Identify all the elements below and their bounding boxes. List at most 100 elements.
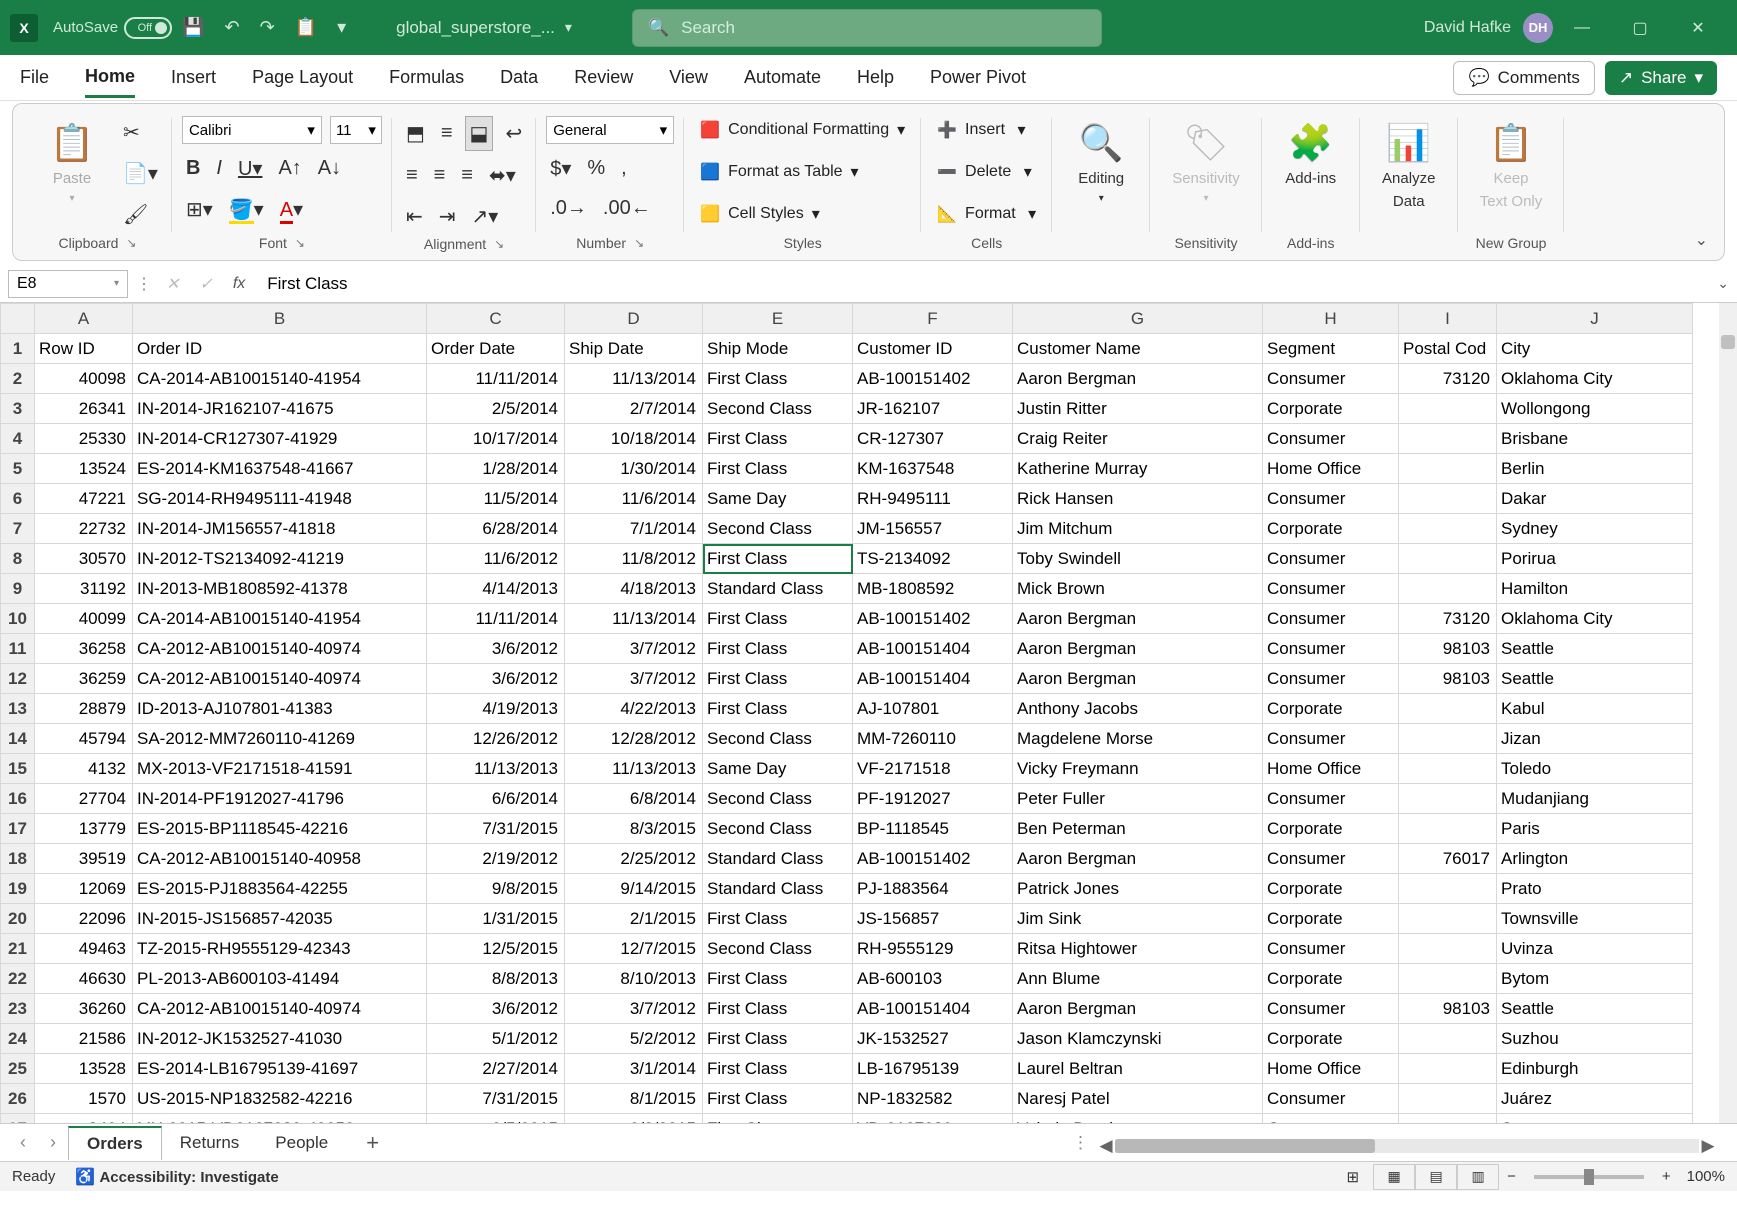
cell-B4[interactable]: IN-2014-CR127307-41929 bbox=[133, 424, 427, 454]
cell-H2[interactable]: Consumer bbox=[1263, 364, 1399, 394]
font-size-select[interactable]: 11▾ bbox=[330, 116, 382, 144]
cell-E25[interactable]: First Class bbox=[703, 1054, 853, 1084]
cell-D6[interactable]: 11/6/2014 bbox=[565, 484, 703, 514]
vertical-scroll-thumb[interactable] bbox=[1721, 335, 1735, 349]
cell-G3[interactable]: Justin Ritter bbox=[1013, 394, 1263, 424]
cell-E9[interactable]: Standard Class bbox=[703, 574, 853, 604]
cell-C16[interactable]: 6/6/2014 bbox=[427, 784, 565, 814]
cell-A4[interactable]: 25330 bbox=[35, 424, 133, 454]
page-layout-view-icon[interactable]: ▤ bbox=[1415, 1164, 1457, 1190]
cell-A7[interactable]: 22732 bbox=[35, 514, 133, 544]
row-header-8[interactable]: 8 bbox=[1, 544, 35, 574]
cell-E2[interactable]: First Class bbox=[703, 364, 853, 394]
row-header-14[interactable]: 14 bbox=[1, 724, 35, 754]
cell-H19[interactable]: Corporate bbox=[1263, 874, 1399, 904]
cell-E4[interactable]: First Class bbox=[703, 424, 853, 454]
spreadsheet-grid[interactable]: ABCDEFGHIJ1Row IDOrder IDOrder DateShip … bbox=[0, 303, 1737, 1123]
cell-D27[interactable]: 9/8/2015 bbox=[565, 1114, 703, 1124]
cell-A3[interactable]: 26341 bbox=[35, 394, 133, 424]
row-header-5[interactable]: 5 bbox=[1, 454, 35, 484]
row-header-21[interactable]: 21 bbox=[1, 934, 35, 964]
hscroll-right-icon[interactable]: ▶ bbox=[1699, 1136, 1717, 1156]
search-box[interactable]: 🔍 Search bbox=[632, 9, 1102, 47]
cell-I5[interactable] bbox=[1399, 454, 1497, 484]
cell-G1[interactable]: Customer Name bbox=[1013, 334, 1263, 364]
cell-D9[interactable]: 4/18/2013 bbox=[565, 574, 703, 604]
cell-C14[interactable]: 12/26/2012 bbox=[427, 724, 565, 754]
cell-C23[interactable]: 3/6/2012 bbox=[427, 994, 565, 1024]
cell-B26[interactable]: US-2015-NP1832582-42216 bbox=[133, 1084, 427, 1114]
cell-F25[interactable]: LB-16795139 bbox=[853, 1054, 1013, 1084]
cell-G7[interactable]: Jim Mitchum bbox=[1013, 514, 1263, 544]
bold-icon[interactable]: B bbox=[182, 153, 204, 184]
cell-H15[interactable]: Home Office bbox=[1263, 754, 1399, 784]
collapse-ribbon-icon[interactable]: ⌄ bbox=[1695, 230, 1708, 250]
cell-D13[interactable]: 4/22/2013 bbox=[565, 694, 703, 724]
cell-E21[interactable]: Second Class bbox=[703, 934, 853, 964]
formula-input[interactable] bbox=[259, 274, 1709, 294]
row-header-16[interactable]: 16 bbox=[1, 784, 35, 814]
cell-H27[interactable]: Consumer bbox=[1263, 1114, 1399, 1124]
copy-icon[interactable]: 📄▾ bbox=[119, 157, 162, 190]
cell-H4[interactable]: Consumer bbox=[1263, 424, 1399, 454]
cell-G26[interactable]: Naresj Patel bbox=[1013, 1084, 1263, 1114]
cell-F8[interactable]: TS-2134092 bbox=[853, 544, 1013, 574]
cell-B7[interactable]: IN-2014-JM156557-41818 bbox=[133, 514, 427, 544]
cell-G16[interactable]: Peter Fuller bbox=[1013, 784, 1263, 814]
cell-A1[interactable]: Row ID bbox=[35, 334, 133, 364]
cell-C3[interactable]: 2/5/2014 bbox=[427, 394, 565, 424]
cell-I20[interactable] bbox=[1399, 904, 1497, 934]
row-header-4[interactable]: 4 bbox=[1, 424, 35, 454]
cell-H12[interactable]: Consumer bbox=[1263, 664, 1399, 694]
comma-icon[interactable]: , bbox=[617, 153, 631, 184]
row-header-13[interactable]: 13 bbox=[1, 694, 35, 724]
paste-button[interactable]: 📋 Paste ▾ bbox=[33, 116, 111, 210]
delete-cells-button[interactable]: ➖Delete ▾ bbox=[931, 158, 1038, 186]
cell-J15[interactable]: Toledo bbox=[1497, 754, 1693, 784]
cell-G8[interactable]: Toby Swindell bbox=[1013, 544, 1263, 574]
cell-I22[interactable] bbox=[1399, 964, 1497, 994]
expand-formula-bar-icon[interactable]: ⌄ bbox=[1717, 275, 1729, 292]
cell-I11[interactable]: 98103 bbox=[1399, 634, 1497, 664]
cell-H24[interactable]: Corporate bbox=[1263, 1024, 1399, 1054]
insert-cells-button[interactable]: ➕Insert ▾ bbox=[931, 116, 1031, 144]
cell-G24[interactable]: Jason Klamczynski bbox=[1013, 1024, 1263, 1054]
cell-D3[interactable]: 2/7/2014 bbox=[565, 394, 703, 424]
cell-E26[interactable]: First Class bbox=[703, 1084, 853, 1114]
cell-H10[interactable]: Consumer bbox=[1263, 604, 1399, 634]
cell-I26[interactable] bbox=[1399, 1084, 1497, 1114]
user-account[interactable]: David Hafke DH bbox=[1424, 13, 1553, 43]
cell-J11[interactable]: Seattle bbox=[1497, 634, 1693, 664]
cell-I14[interactable] bbox=[1399, 724, 1497, 754]
cell-C4[interactable]: 10/17/2014 bbox=[427, 424, 565, 454]
cell-E7[interactable]: Second Class bbox=[703, 514, 853, 544]
filename-dropdown-icon[interactable]: ▾ bbox=[565, 19, 572, 36]
number-launcher-icon[interactable]: ↘ bbox=[634, 236, 644, 250]
col-header-I[interactable]: I bbox=[1399, 304, 1497, 334]
cell-J1[interactable]: City bbox=[1497, 334, 1693, 364]
cell-H13[interactable]: Corporate bbox=[1263, 694, 1399, 724]
name-box[interactable]: E8▾ bbox=[8, 270, 128, 298]
row-header-25[interactable]: 25 bbox=[1, 1054, 35, 1084]
cell-E20[interactable]: First Class bbox=[703, 904, 853, 934]
cell-H20[interactable]: Corporate bbox=[1263, 904, 1399, 934]
cell-H14[interactable]: Consumer bbox=[1263, 724, 1399, 754]
col-header-C[interactable]: C bbox=[427, 304, 565, 334]
cell-J12[interactable]: Seattle bbox=[1497, 664, 1693, 694]
tab-power-pivot[interactable]: Power Pivot bbox=[930, 59, 1026, 96]
wrap-text-icon[interactable]: ↩ bbox=[501, 117, 526, 150]
cell-B8[interactable]: IN-2012-TS2134092-41219 bbox=[133, 544, 427, 574]
cell-A21[interactable]: 49463 bbox=[35, 934, 133, 964]
cell-B27[interactable]: MX-2015-VD2167039-42252 bbox=[133, 1114, 427, 1124]
save-icon[interactable]: 💾 bbox=[182, 17, 204, 38]
cell-D11[interactable]: 3/7/2012 bbox=[565, 634, 703, 664]
row-header-18[interactable]: 18 bbox=[1, 844, 35, 874]
cell-D24[interactable]: 5/2/2012 bbox=[565, 1024, 703, 1054]
cell-G22[interactable]: Ann Blume bbox=[1013, 964, 1263, 994]
cell-H1[interactable]: Segment bbox=[1263, 334, 1399, 364]
row-header-20[interactable]: 20 bbox=[1, 904, 35, 934]
cell-G9[interactable]: Mick Brown bbox=[1013, 574, 1263, 604]
cell-J9[interactable]: Hamilton bbox=[1497, 574, 1693, 604]
merge-icon[interactable]: ⬌▾ bbox=[485, 159, 520, 192]
cell-I25[interactable] bbox=[1399, 1054, 1497, 1084]
